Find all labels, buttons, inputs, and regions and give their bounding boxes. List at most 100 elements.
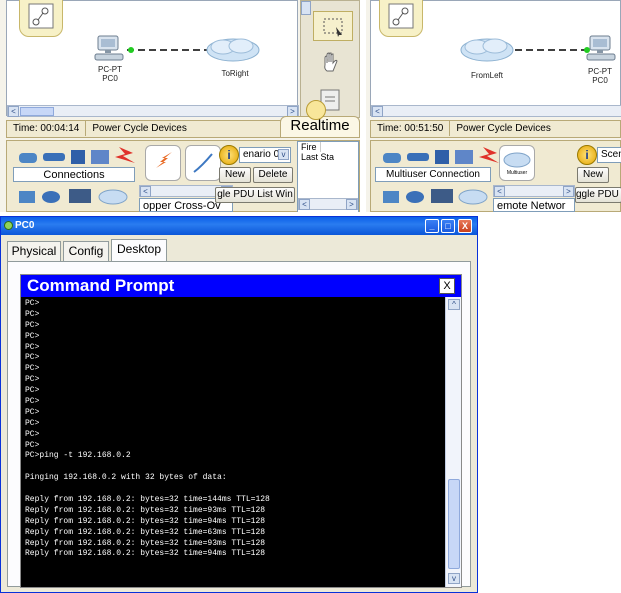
terminal-line: Pinging 192.168.0.2 with 32 bytes of dat… xyxy=(25,473,227,483)
terminal-line: PC> xyxy=(25,309,40,319)
maximize-icon: □ xyxy=(445,221,451,231)
tool-strip xyxy=(300,0,360,118)
select-tool-button[interactable] xyxy=(313,11,353,41)
command-prompt-close-button[interactable]: X xyxy=(439,278,455,294)
terminal-line: Reply from 192.168.0.2: bytes=32 time=14… xyxy=(25,495,270,505)
terminal-line: Reply from 192.168.0.2: bytes=32 time=63… xyxy=(25,527,266,537)
right-toggle-pdu-list-button[interactable]: ggle PDU L xyxy=(575,187,621,203)
pc-icon[interactable] xyxy=(93,35,127,63)
terminal-vscrollbar[interactable]: ^ v xyxy=(445,297,461,587)
vertical-scroll-arrow[interactable] xyxy=(301,1,311,15)
right-scenario-select[interactable]: Scena xyxy=(597,147,621,163)
pc-label: PC-PT PC0 xyxy=(83,65,137,83)
terminal-line: Reply from 192.168.0.2: bytes=32 time=94… xyxy=(25,549,266,559)
right-cluster-back-button[interactable] xyxy=(379,0,423,37)
workspace-hscrollbar[interactable]: < > xyxy=(7,105,299,117)
terminal-line: Reply from 192.168.0.2: bytes=32 time=94… xyxy=(25,516,266,526)
tab-config-label: Config xyxy=(68,244,104,258)
close-button[interactable]: X xyxy=(458,219,472,233)
scenario-dropdown-arrow[interactable]: v xyxy=(278,149,289,160)
right-cable-type-label: emote Networ xyxy=(493,198,575,212)
cluster-icon xyxy=(388,3,414,29)
network-link[interactable] xyxy=(125,45,211,55)
scenario-info-icon[interactable]: i xyxy=(219,145,239,165)
window-titlebar[interactable]: PC0 _ □ X xyxy=(1,217,477,235)
cable-scroll-left[interactable]: < xyxy=(140,186,151,197)
maximize-button[interactable]: □ xyxy=(441,219,455,233)
terminal-line: PC> xyxy=(25,320,40,330)
move-tool-button[interactable] xyxy=(319,51,347,77)
right-scroll-left-button[interactable]: < xyxy=(372,106,383,117)
right-cloud-icon[interactable] xyxy=(459,35,515,65)
command-prompt-titlebar: Command Prompt X xyxy=(21,275,461,297)
left-workspace[interactable]: PC-PT PC0 ToRight < > xyxy=(6,0,299,117)
terminal-line: PC> xyxy=(25,386,40,396)
right-new-scenario-button[interactable]: New xyxy=(577,167,609,183)
connection-type-icons[interactable] xyxy=(15,185,141,207)
scroll-left-button[interactable]: < xyxy=(8,106,19,117)
tab-desktop-label: Desktop xyxy=(116,242,162,256)
right-pc-type-label: PC-PT xyxy=(588,67,612,76)
tab-config[interactable]: Config xyxy=(63,241,109,262)
right-cable-scroll-right[interactable]: > xyxy=(563,186,574,197)
new-scenario-button[interactable]: New xyxy=(219,167,251,183)
tab-physical-label: Physical xyxy=(11,244,57,258)
right-time-display: Time: 00:51:50 xyxy=(371,121,451,136)
terminal-scroll-up[interactable]: ^ xyxy=(448,299,460,310)
terminal-line: PC> xyxy=(25,375,40,385)
terminal-line: Reply from 192.168.0.2: bytes=32 time=93… xyxy=(25,505,266,515)
tab-desktop[interactable]: Desktop xyxy=(111,239,167,262)
multiuser-icon-caption: Multiuser xyxy=(506,170,528,176)
realtime-clock-icon xyxy=(306,100,326,120)
cloud-label: ToRight xyxy=(221,69,249,78)
right-packet-tracer-panel: FromLeft PC-PT PC0 < Time: 00:51:50 Power… xyxy=(366,0,621,212)
right-cloud-label: FromLeft xyxy=(470,71,503,80)
window-title: PC0 xyxy=(15,220,35,231)
command-prompt-frame: Command Prompt X PC> PC> PC> PC> PC> PC> PC> PC… xyxy=(20,274,462,588)
terminal-scroll-thumb[interactable] xyxy=(448,479,460,569)
right-connection-type-icons[interactable] xyxy=(379,185,489,207)
right-network-link[interactable] xyxy=(513,45,593,55)
minimize-button[interactable]: _ xyxy=(425,219,439,233)
auto-connection-button[interactable] xyxy=(145,145,181,181)
terminal-line: PC> xyxy=(25,440,40,450)
toggle-pdu-list-button[interactable]: gle PDU List Win xyxy=(215,187,295,203)
device-category-icons[interactable] xyxy=(15,145,141,167)
hscroll-thumb[interactable] xyxy=(20,107,54,116)
pc0-window: PC0 _ □ X Physical Config Desktop Comman… xyxy=(0,216,478,593)
right-power-cycle-button[interactable]: Power Cycle Devices xyxy=(450,121,556,136)
minimize-icon: _ xyxy=(429,221,435,231)
right-pc-icon[interactable] xyxy=(585,35,619,63)
right-workspace[interactable]: FromLeft PC-PT PC0 < xyxy=(370,0,621,117)
right-scenario-info-icon[interactable]: i xyxy=(577,145,597,165)
power-cycle-button[interactable]: Power Cycle Devices xyxy=(86,121,192,136)
right-device-category-icons[interactable] xyxy=(379,145,505,167)
terminal-line: PC> xyxy=(25,342,40,352)
console-cable-button[interactable] xyxy=(185,145,221,181)
cable-icon xyxy=(193,153,213,173)
link-status-dot xyxy=(128,47,134,53)
multiuser-connection-button[interactable]: Multiuser xyxy=(499,145,535,181)
cluster-back-button[interactable] xyxy=(19,0,63,37)
terminal-output[interactable]: PC> PC> PC> PC> PC> PC> PC> PC> PC> PC> PC> PC> PC> P… xyxy=(21,297,445,587)
right-cable-hscrollbar[interactable]: < > xyxy=(493,185,575,197)
delete-scenario-button[interactable]: Delete xyxy=(253,167,293,183)
terminal-line: PC> xyxy=(25,331,40,341)
terminal-scroll-down[interactable]: v xyxy=(448,573,460,584)
scenario-select[interactable]: enario 0 v xyxy=(239,147,291,163)
pdu-hscrollbar[interactable]: < > xyxy=(298,198,358,210)
terminal-line: PC> xyxy=(25,407,40,417)
realtime-mode-tab[interactable]: Realtime xyxy=(280,116,360,138)
pdu-scroll-right[interactable]: > xyxy=(346,199,357,210)
command-prompt-close-icon: X xyxy=(443,280,451,292)
tab-physical[interactable]: Physical xyxy=(7,241,61,262)
right-cable-scroll-left[interactable]: < xyxy=(494,186,505,197)
close-icon: X xyxy=(461,221,468,231)
cloud-icon[interactable] xyxy=(205,35,261,65)
device-category-label: Connections xyxy=(13,167,135,182)
pdu-scroll-left[interactable]: < xyxy=(299,199,310,210)
right-workspace-hscrollbar[interactable]: < xyxy=(371,105,621,117)
terminal-line: PC> xyxy=(25,397,40,407)
